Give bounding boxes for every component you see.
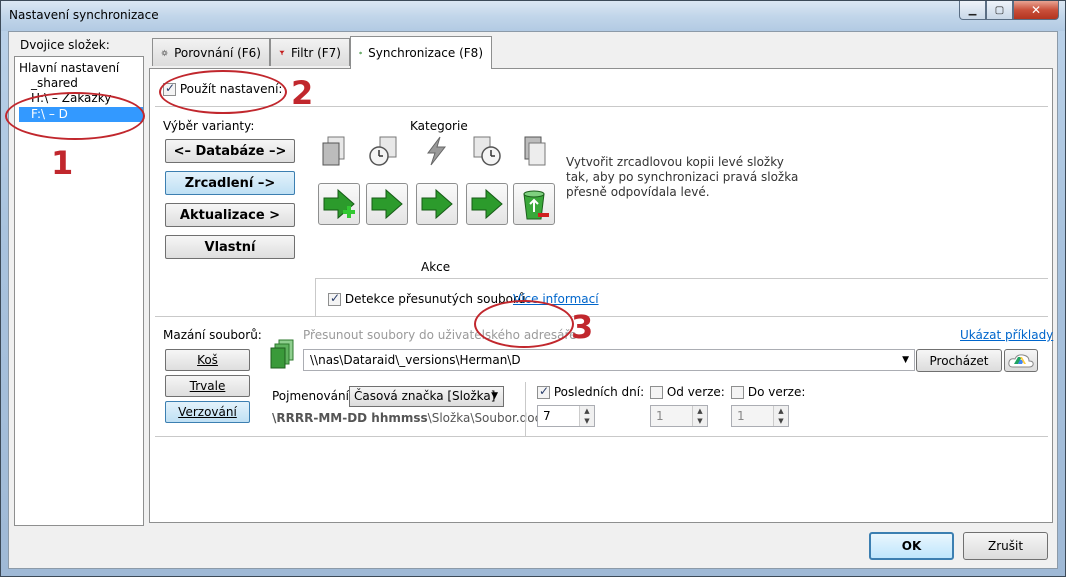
title-bar[interactable]: Nastavení synchronizace ▁ ▢ ✕ [1,1,1065,31]
tab-comparison-label: Porovnání (F6) [174,45,261,60]
maximize-button[interactable]: ▢ [986,1,1013,20]
divider-vertical [525,382,526,436]
divider [155,316,1048,317]
from-version-value: 1 [656,409,664,423]
categories-label: Kategorie [410,119,468,133]
dialog-client: Dvojice složek: Hlavní nastavení _shared… [5,31,1058,569]
arrow-right-icon [421,188,453,220]
to-version-stepper: 1 ▲ ▼ [731,405,789,427]
show-examples-link[interactable]: Ukázat příklady [960,328,1053,342]
naming-pattern-timestamp: \RRRR-MM-DD hhmmss [272,411,428,425]
action-overwrite-left-newer-button[interactable] [366,183,408,225]
tab-synchronization[interactable]: Synchronizace (F8) [350,36,492,69]
stepper-arrows[interactable]: ▲ ▼ [579,406,594,426]
gear-icon [161,49,168,56]
variant-custom-button[interactable]: Vlastní [165,235,295,259]
action-overwrite-right-newer-button[interactable] [466,183,508,225]
versioning-path-value: \\nas\Dataraid\_versions\Herman\D [310,353,521,367]
cloud-drive-button[interactable] [1004,349,1038,372]
naming-pattern: \RRRR-MM-DD hhmmss\Složka\Soubor.doc [272,411,541,425]
chevron-down-icon[interactable]: ▼ [902,350,909,370]
annotation-ellipse-3 [474,300,574,348]
right-only-file-icon [524,136,546,166]
stepper-arrows: ▲ ▼ [692,406,707,426]
annotation-ellipse-1 [5,92,145,140]
to-version-label: Do verze: [747,385,806,399]
conflict-lightning-icon [427,136,447,166]
deletion-permanent-button[interactable]: Trvale [165,375,250,397]
maximize-icon: ▢ [994,4,1005,16]
from-version-label: Od verze: [666,385,725,399]
last-days-stepper[interactable]: 7 ▲ ▼ [537,405,595,427]
sync-settings-panel: Použít nastavení: Výběr varianty: <– Dat… [149,68,1053,523]
tab-filter-label: Filtr (F7) [290,45,341,60]
naming-select-value: Časová značka [Složka] [354,389,496,403]
deletion-recycle-button[interactable]: Koš [165,349,250,371]
to-version-row[interactable]: Do verze: [731,385,805,399]
naming-label: Pojmenování: [272,389,353,403]
variant-mirror-button[interactable]: Zrcadlení –> [165,171,295,195]
last-days-value: 7 [543,409,551,423]
folder-pairs-label: Dvojice složek: [20,38,110,52]
to-version-checkbox[interactable] [731,386,744,399]
arrow-right-icon [471,188,503,220]
ok-button[interactable]: OK [869,532,954,560]
action-conflict-button[interactable] [416,183,458,225]
action-create-button[interactable] [318,183,360,225]
gear-green-icon [359,51,362,55]
tab-synchronization-label: Synchronizace (F8) [368,46,483,60]
detect-moved-checkbox[interactable] [328,291,341,306]
recycle-bin-icon [523,190,549,220]
variant-label: Výběr varianty: [163,119,255,133]
cloud-drive-icon [1008,353,1034,367]
chevron-down-icon: ▼ [491,391,498,401]
annotation-number-3: 3 [571,308,594,346]
right-newer-clock-icon [473,136,501,166]
window-title: Nastavení synchronizace [9,8,159,22]
cancel-button[interactable]: Zrušit [963,532,1048,560]
deletion-label: Mazání souborů: [163,328,262,342]
tab-filter[interactable]: Filtr (F7) [270,38,350,66]
browse-button[interactable]: Procházet [916,349,1002,372]
deletion-versioning-button[interactable]: Verzování [165,401,250,423]
minimize-button[interactable]: ▁ [959,1,986,20]
naming-select[interactable]: Časová značka [Složka] ▼ [349,386,504,407]
annotation-ellipse-2 [159,70,287,114]
last-days-checkbox[interactable] [537,384,550,399]
list-item-main-settings[interactable]: Hlavní nastavení [19,61,119,76]
minimize-icon: ▁ [968,4,977,16]
dialog-window: Nastavení synchronizace ▁ ▢ ✕ Dvojice sl… [0,0,1066,577]
actions-label: Akce [421,260,451,274]
to-version-value: 1 [737,409,745,423]
versioning-path-input[interactable]: \\nas\Dataraid\_versions\Herman\D ▼ [303,349,915,371]
from-version-checkbox[interactable] [650,386,663,399]
close-icon: ✕ [1030,3,1042,17]
left-newer-clock-icon [369,136,397,166]
stepper-arrows: ▲ ▼ [773,406,788,426]
from-version-row[interactable]: Od verze: [650,385,725,399]
annotation-number-2: 2 [291,74,314,112]
close-button[interactable]: ✕ [1013,1,1059,20]
last-days-label: Posledních dní: [553,385,645,399]
action-delete-button[interactable] [513,183,555,225]
versioning-folder-icon [270,339,294,369]
left-only-file-icon [322,136,345,166]
variant-two-way-button[interactable]: <– Databáze –> [165,139,295,163]
arrow-right-plus-icon [323,188,355,220]
divider [315,278,1048,279]
divider [155,436,1048,437]
filter-icon [279,50,285,55]
divider-vertical [315,278,316,316]
tab-comparison[interactable]: Porovnání (F6) [152,38,270,66]
list-item-shared[interactable]: _shared [31,76,78,91]
variant-update-button[interactable]: Aktualizace > [165,203,295,227]
window-controls: ▁ ▢ ✕ [959,1,1059,21]
last-days-row[interactable]: Posledních dní: [537,384,645,399]
annotation-number-1: 1 [51,144,74,182]
arrow-right-icon [371,188,403,220]
from-version-stepper: 1 ▲ ▼ [650,405,708,427]
divider [155,106,1048,107]
variant-description: Vytvořit zrcadlovou kopii levé složky ta… [566,155,799,199]
